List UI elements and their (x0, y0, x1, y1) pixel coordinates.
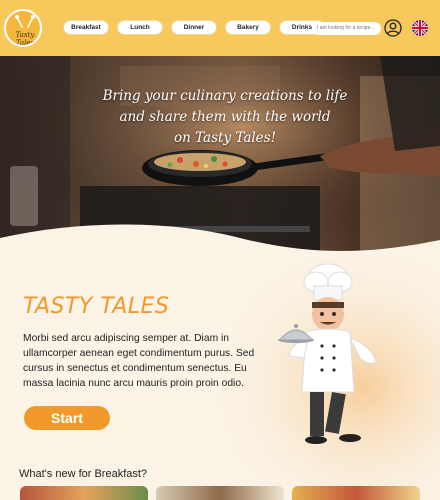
nav-lunch-button[interactable]: Lunch (117, 20, 163, 35)
hero-caption-line-3: on Tasty Tales! (173, 130, 277, 146)
hero-caption-line-2: and share them with the world (119, 109, 331, 125)
uk-flag-icon[interactable] (412, 20, 428, 36)
start-button[interactable]: Start (24, 406, 110, 430)
description-text: Morbi sed arcu adipiscing semper at. Dia… (23, 333, 255, 389)
recipe-thumbnail[interactable] (20, 486, 148, 500)
search-input[interactable] (313, 22, 381, 35)
whats-new-heading: What's new for Breakfast? (19, 468, 148, 480)
tasty-tales-logo[interactable]: Tasty Tales (4, 9, 42, 47)
hero-caption: Bring your culinary creations to life an… (95, 86, 355, 149)
nav-breakfast-button[interactable]: Breakfast (63, 20, 109, 35)
nav-dinner-button[interactable]: Dinner (171, 20, 217, 35)
nav-bakery-button[interactable]: Bakery (225, 20, 271, 35)
user-circle-icon[interactable] (384, 19, 402, 37)
hero-caption-line-1: Bring your culinary creations to life (102, 88, 348, 104)
logo-text: Tasty Tales (15, 31, 35, 47)
chef-illustration (278, 263, 377, 444)
recipe-thumbnail[interactable] (292, 486, 420, 500)
page-title: TASTY TALES (23, 294, 170, 319)
header-bar: Tasty Tales Breakfast Lunch Dinner Baker… (0, 0, 440, 56)
recipe-thumbnail[interactable] (156, 486, 284, 500)
category-nav: Breakfast Lunch Dinner Bakery Drinks (63, 20, 325, 35)
